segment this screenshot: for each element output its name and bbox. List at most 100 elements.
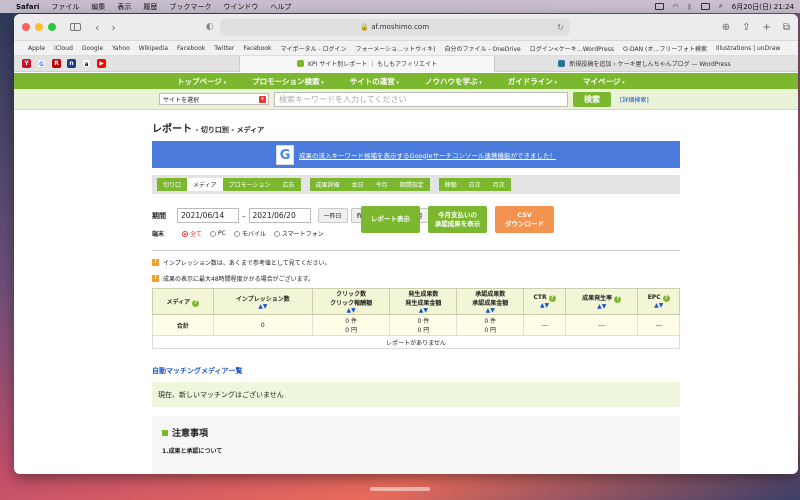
menu-edit[interactable]: 編集 xyxy=(91,2,105,12)
banner-link[interactable]: 成果の流入キーワード候補を表示するGoogleサーチコンソール連携機能ができまし… xyxy=(299,150,556,160)
favorite-link[interactable]: フォーメーショ…ットウィキ) xyxy=(356,44,436,53)
reload-icon[interactable]: ↻ xyxy=(557,23,564,32)
favorite-link[interactable]: Google xyxy=(82,45,103,52)
privacy-shield-icon[interactable]: ◐ xyxy=(206,22,214,32)
favorite-link[interactable]: O-DAN (オ…フリーフォト検索 xyxy=(623,44,707,53)
favorite-link[interactable]: Facebook xyxy=(177,45,205,52)
downloads-icon[interactable]: ⊕ xyxy=(722,22,730,33)
report-tab[interactable]: 期間指定 xyxy=(393,178,430,191)
site-nav-item[interactable]: ガイドライン xyxy=(508,76,557,87)
pinned-tab-youtube-icon[interactable]: ▶ xyxy=(97,59,106,68)
favorite-link[interactable]: 自分のファイル - OneDrive xyxy=(445,44,521,53)
sort-arrows-icon[interactable]: ▲▼ xyxy=(347,307,356,314)
favorite-link[interactable]: マイポータル - ログイン xyxy=(281,44,347,53)
advanced-search-link[interactable]: [詳細検索] xyxy=(620,95,649,104)
address-bar[interactable]: 🔒 af.moshimo.com ↻ xyxy=(219,18,570,36)
forward-button[interactable]: › xyxy=(111,21,115,34)
menu-file[interactable]: ファイル xyxy=(51,2,79,12)
sort-arrows-icon[interactable]: ▲▼ xyxy=(654,302,663,309)
quick-range-button[interactable]: 一昨日 xyxy=(317,208,348,223)
share-icon[interactable]: ⇪ xyxy=(742,22,750,33)
note-impressions: ! インプレッション数は、あくまで参考値として見てください。 xyxy=(152,258,680,267)
search-console-banner[interactable]: G 成果の流入キーワード候補を表示するGoogleサーチコンソール連携機能ができ… xyxy=(152,141,680,168)
site-nav-item[interactable]: トップページ xyxy=(177,76,226,87)
tab-overview-icon[interactable]: ⧉ xyxy=(783,22,790,33)
action-buttons: レポート表示 今月支払いの 承認成果を表示 CSV ダウンロード xyxy=(361,206,554,233)
date-to-field[interactable]: 2021/06/20 xyxy=(248,208,311,223)
wifi-icon[interactable]: ◠ xyxy=(673,3,679,11)
favorite-link[interactable]: ログイン<ケーキ…WordPress xyxy=(530,44,614,53)
favorite-link[interactable]: Twitter xyxy=(214,45,234,52)
menu-view[interactable]: 表示 xyxy=(117,2,131,12)
caution-title: 注意事項 xyxy=(162,426,670,439)
battery-icon[interactable] xyxy=(700,3,710,10)
favorite-link[interactable]: Illustrations | unDraw xyxy=(716,45,780,52)
menu-help[interactable]: ヘルプ xyxy=(270,2,291,12)
report-tab[interactable]: 日次 xyxy=(462,178,487,191)
site-search-row: サイトを選択 ▾ 検索キーワードを入力してください 検索 [詳細検索] xyxy=(14,89,798,110)
date-from-field[interactable]: 2021/06/14 xyxy=(177,208,239,223)
site-nav-item[interactable]: プロモーション検索 xyxy=(252,76,324,87)
action-button[interactable]: レポート表示 xyxy=(361,206,420,233)
search-icon[interactable]: ⌕ xyxy=(719,2,723,11)
report-tab[interactable]: 切り口 xyxy=(157,178,188,191)
report-tab[interactable]: 今月 xyxy=(369,178,394,191)
device-radio[interactable]: スマートフォン xyxy=(273,229,324,238)
report-tab[interactable]: 稼働 xyxy=(438,178,463,191)
action-button[interactable]: 今月支払いの 承認成果を表示 xyxy=(428,206,487,233)
auto-matching-link[interactable]: 自動マッチングメディア一覧 xyxy=(152,366,680,376)
close-window-button[interactable] xyxy=(22,23,30,31)
pinned-tab-rakuten-icon[interactable]: R xyxy=(52,59,61,68)
pinned-tab-news-icon[interactable]: n xyxy=(67,59,76,68)
back-button[interactable]: ‹ xyxy=(95,21,99,34)
report-tab[interactable]: 月次 xyxy=(486,178,511,191)
report-tab[interactable]: プロモーション xyxy=(222,178,277,191)
pinned-tab-google-icon[interactable]: G xyxy=(37,59,46,68)
pinned-tab-amazon-icon[interactable]: a xyxy=(82,59,91,68)
tab-wordpress[interactable]: 新規投稿を追加 ‹ ケーキ屋しんちゃんブログ — WordPress xyxy=(494,55,794,72)
favorite-link[interactable]: iCloud xyxy=(54,45,73,52)
help-icon[interactable]: ? xyxy=(614,296,622,303)
search-input[interactable]: 検索キーワードを入力してください xyxy=(274,91,568,107)
site-nav-item[interactable]: サイトの運営 xyxy=(350,76,399,87)
favorite-link[interactable]: Yahoo xyxy=(112,45,130,52)
sort-arrows-icon[interactable]: ▲▼ xyxy=(540,302,549,309)
site-nav-item[interactable]: マイページ xyxy=(583,76,625,87)
tab-kpi-report[interactable]: KPI サイト別レポート ｜ もしもアフィリエイト xyxy=(239,55,494,72)
search-button[interactable]: 検索 xyxy=(573,91,611,107)
favorite-link[interactable]: Apple xyxy=(28,45,45,52)
report-tab[interactable]: 成果詳細 xyxy=(309,178,346,191)
site-nav-item[interactable]: ノウハウを学ぶ xyxy=(425,76,482,87)
header-label: 発生成果数 発生成果金額 xyxy=(405,291,442,307)
menu-window[interactable]: ウインドウ xyxy=(223,2,258,12)
report-tab[interactable]: 本日 xyxy=(345,178,370,191)
new-tab-icon[interactable]: + xyxy=(762,22,770,33)
action-button[interactable]: CSV ダウンロード xyxy=(495,206,554,233)
help-icon[interactable]: ? xyxy=(192,299,200,307)
sort-arrows-icon[interactable]: ▲▼ xyxy=(419,307,428,314)
sort-arrows-icon[interactable]: ▲▼ xyxy=(597,303,606,310)
zoom-window-button[interactable] xyxy=(48,23,56,31)
sort-arrows-icon[interactable]: ▲▼ xyxy=(258,303,267,310)
favorite-link[interactable]: Facebook xyxy=(243,45,271,52)
bluetooth-icon[interactable]: ᛒ xyxy=(688,3,692,11)
pinned-tab-yahoo-icon[interactable]: Y xyxy=(22,59,31,68)
report-tab[interactable]: 広告 xyxy=(276,178,301,191)
menubar-clock[interactable]: 6月20日(日) 21:24 xyxy=(732,2,794,12)
minimize-window-button[interactable] xyxy=(35,23,43,31)
favorite-link[interactable]: Wikipedia xyxy=(139,45,168,52)
wordpress-favicon xyxy=(558,60,566,67)
sort-arrows-icon[interactable]: ▲▼ xyxy=(486,307,495,314)
menu-history[interactable]: 履歴 xyxy=(143,2,157,12)
site-select[interactable]: サイトを選択 ▾ xyxy=(159,93,269,105)
menu-app[interactable]: Safari xyxy=(16,3,39,11)
device-radio[interactable]: PC xyxy=(210,230,226,237)
sidebar-toggle-icon[interactable] xyxy=(70,23,81,31)
screen-icon[interactable] xyxy=(654,3,664,10)
help-icon[interactable]: ? xyxy=(548,295,556,302)
device-radio[interactable]: モバイル xyxy=(233,229,266,238)
help-icon[interactable]: ? xyxy=(662,295,670,302)
menu-bookmarks[interactable]: ブックマーク xyxy=(169,2,211,12)
report-tab[interactable]: メディア xyxy=(187,178,223,191)
device-radio[interactable]: 全て xyxy=(182,229,202,238)
